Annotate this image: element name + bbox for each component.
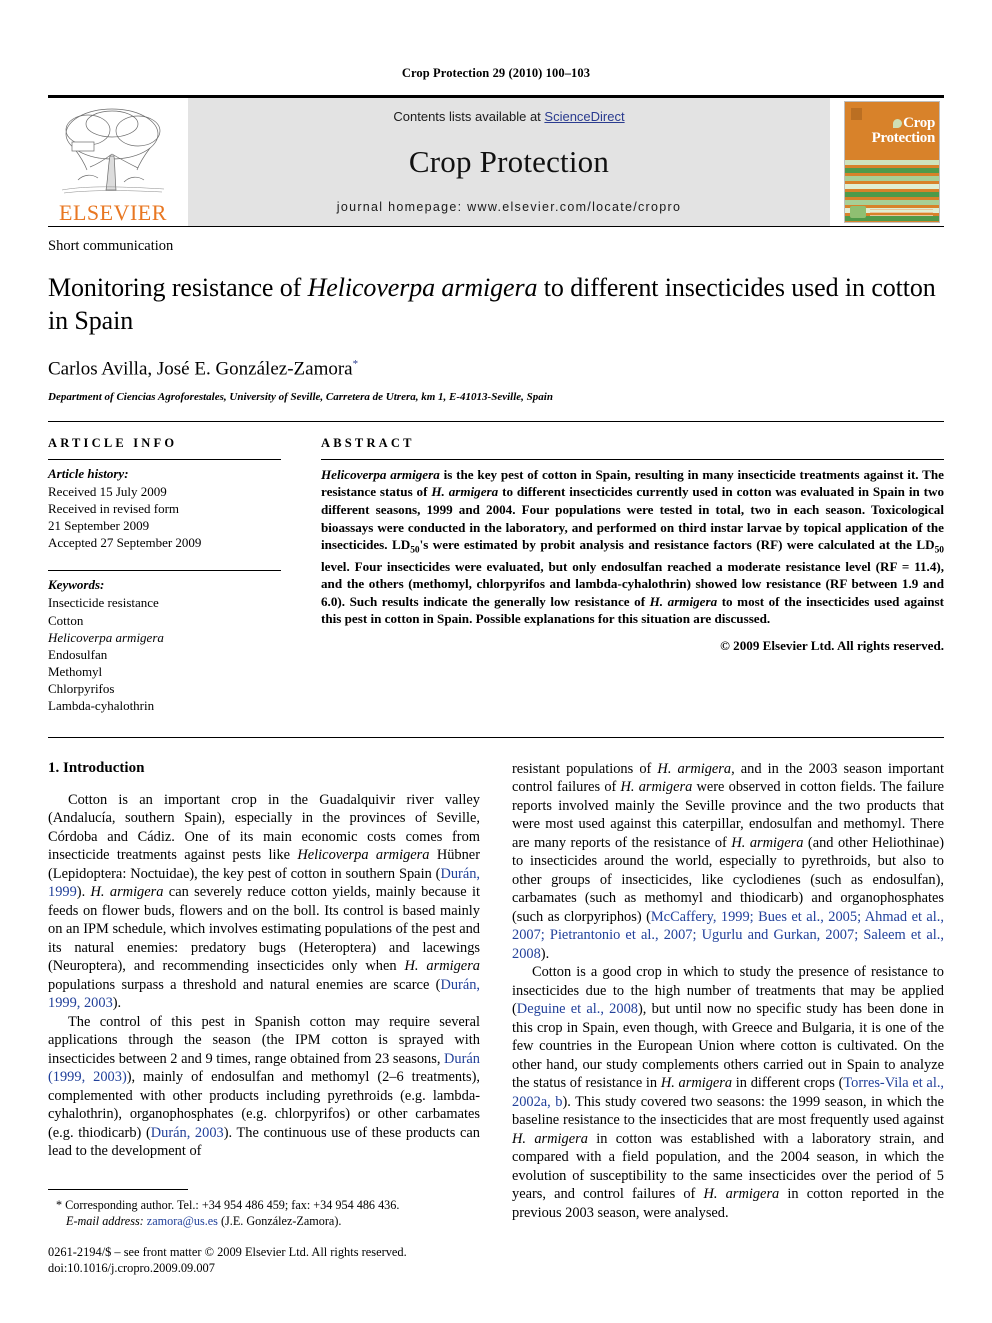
article-body: 1. Introduction Cotton is an important c… — [48, 736, 944, 1223]
cover-stripes — [845, 160, 939, 221]
abstract-sub-2: 50 — [934, 545, 945, 556]
journal-title: Crop Protection — [408, 144, 610, 179]
citation-link[interactable]: Deguine et al., 2008 — [517, 1001, 638, 1017]
article-info-column: ARTICLE INFO Article history: Received 1… — [48, 436, 281, 715]
abstract-column: ABSTRACT Helicoverpa armigera is the key… — [321, 436, 944, 715]
keyword-item: Endosulfan — [48, 646, 108, 662]
elsevier-tree-icon — [54, 104, 172, 201]
footnote-rule — [48, 1188, 188, 1190]
journal-homepage[interactable]: journal homepage: www.elsevier.com/locat… — [337, 200, 682, 214]
italic-species: H. armigera — [731, 834, 804, 851]
article-type: Short communication — [48, 238, 174, 254]
history-line: Received in revised form — [48, 500, 180, 516]
italic-species: H. armigera — [90, 884, 164, 901]
cover-globe-icon — [850, 206, 866, 218]
italic-species: Helicoverpa armigera — [297, 847, 430, 864]
abstract-species-3: H. armigera — [649, 593, 718, 609]
section-heading-introduction: 1. Introduction — [48, 759, 145, 776]
italic-species: H. armigera — [512, 1130, 588, 1147]
contents-prefix: Contents lists available at — [393, 109, 545, 124]
italic-species: H. armigera — [620, 779, 693, 796]
keywords-label: Keywords: — [48, 577, 105, 593]
doi-line: doi:10.1016/j.cropro.2009.09.007 — [48, 1261, 215, 1276]
divider — [48, 570, 281, 572]
divider — [48, 458, 281, 460]
article-info-heading: ARTICLE INFO — [48, 435, 178, 450]
title-segment-1: Monitoring resistance of — [48, 273, 308, 302]
right-paragraphs: resistant populations of H. armigera, an… — [512, 760, 944, 1223]
sciencedirect-link[interactable]: ScienceDirect — [544, 109, 624, 124]
elsevier-logo: ELSEVIER — [48, 98, 178, 226]
body-text: ). — [112, 995, 122, 1012]
keyword-item: Cotton — [48, 612, 84, 628]
email-link[interactable]: zamora@us.es — [147, 1214, 218, 1228]
abstract-sub-1: 50 — [410, 545, 420, 556]
page-footnote: * Corresponding author. Tel.: +34 954 48… — [48, 1188, 480, 1277]
body-paragraph: Cotton is a good crop in which to study … — [512, 963, 944, 1222]
left-paragraphs: Cotton is an important crop in the Guada… — [48, 791, 480, 1161]
keyword-item: Insecticide resistance — [48, 595, 159, 611]
abstract-species-1: Helicoverpa armigera — [321, 466, 440, 482]
abstract-text: Helicoverpa armigera is the key pest of … — [321, 466, 944, 628]
elsevier-wordmark: ELSEVIER — [59, 200, 167, 225]
history-line: 21 September 2009 — [48, 518, 150, 534]
history-line: Accepted 27 September 2009 — [48, 535, 202, 551]
body-text: in different crops ( — [732, 1075, 844, 1092]
keyword-item: Methomyl — [48, 664, 103, 680]
body-column-left: 1. Introduction Cotton is an important c… — [48, 760, 480, 1223]
email-note: E-mail address: zamora@us.es (J.E. Gonzá… — [48, 1213, 480, 1230]
body-paragraph: resistant populations of H. armigera, an… — [512, 760, 944, 964]
affiliation: Department of Ciencias Agroforestales, U… — [48, 390, 553, 403]
abstract-copyright: © 2009 Elsevier Ltd. All rights reserved… — [720, 638, 944, 653]
italic-species: H. armigera — [660, 1075, 733, 1092]
info-abstract-block: ARTICLE INFO Article history: Received 1… — [48, 420, 944, 715]
cover-footer-text — [870, 209, 933, 216]
paper-page: Crop Protection 29 (2010) 100–103 ELSEVI… — [0, 0, 992, 1323]
leaf-icon — [893, 119, 903, 128]
body-text: ). This study covered two seasons: the 1… — [512, 1093, 944, 1129]
keyword-item: Helicoverpa armigera — [48, 629, 164, 645]
article-header: Short communication Monitoring resistanc… — [48, 226, 944, 403]
body-text: resistant populations of — [512, 760, 658, 777]
body-paragraph: The control of this pest in Spanish cott… — [48, 1013, 480, 1161]
body-text: populations surpass a threshold and natu… — [48, 976, 441, 993]
journal-masthead: ELSEVIER Contents lists available at Sci… — [48, 95, 944, 226]
body-text: ). — [76, 884, 91, 901]
author-list: Carlos Avilla, José E. González-Zamora* — [48, 358, 944, 380]
body-paragraph: Cotton is an important crop in the Guada… — [48, 791, 480, 1013]
italic-species: H. armigera — [404, 958, 481, 975]
history-line: Received 15 July 2009 — [48, 483, 167, 499]
article-history-label: Article history: — [48, 465, 129, 481]
running-head: Crop Protection 29 (2010) 100–103 — [401, 66, 591, 80]
corresponding-author-note: * Corresponding author. Tel.: +34 954 48… — [56, 1197, 400, 1212]
cover-title: Crop Protection — [849, 116, 936, 146]
contents-available-line: Contents lists available at ScienceDirec… — [393, 109, 624, 124]
cover-title-line2: Protection — [871, 129, 936, 146]
page-title: Monitoring resistance of Helicoverpa arm… — [48, 272, 944, 338]
keyword-item: Lambda-cyhalothrin — [48, 698, 155, 714]
citation-link[interactable]: Durán, 2003 — [151, 1125, 224, 1141]
email-label: E-mail address: — [66, 1214, 144, 1229]
author-names: Carlos Avilla, José E. González-Zamora — [48, 357, 353, 379]
title-species: Helicoverpa armigera — [307, 273, 538, 302]
abstract-species-2: H. armigera — [431, 484, 499, 500]
keyword-item: Chlorpyrifos — [48, 681, 115, 697]
abstract-seg-3: 's were estimated by probit analysis and… — [419, 537, 935, 553]
journal-cover-block: Crop Protection — [840, 98, 944, 226]
issn-line: 0261-2194/$ – see front matter © 2009 El… — [48, 1244, 407, 1259]
corresponding-author-marker: * — [352, 357, 359, 370]
body-text: ). — [540, 945, 550, 962]
italic-species: H. armigera — [657, 760, 732, 777]
abstract-heading: ABSTRACT — [321, 435, 415, 450]
email-owner: (J.E. González-Zamora). — [220, 1214, 342, 1229]
body-text: The control of this pest in Spanish cott… — [48, 1013, 480, 1067]
journal-cover-image: Crop Protection — [844, 101, 940, 223]
italic-species: H. armigera — [703, 1186, 780, 1203]
masthead-center-band: Contents lists available at ScienceDirec… — [188, 98, 830, 226]
body-column-right: resistant populations of H. armigera, an… — [512, 760, 944, 1223]
divider — [321, 458, 944, 460]
